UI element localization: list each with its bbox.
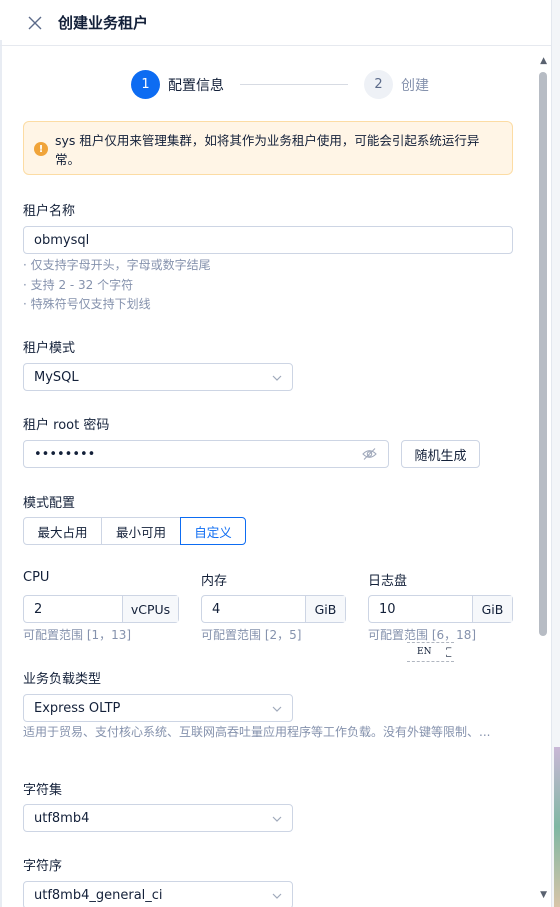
cpu-value: 2	[34, 601, 43, 617]
chevron-down-icon	[272, 813, 282, 823]
scrollbar-thumb[interactable]	[539, 72, 547, 636]
memory-unit: GiB	[305, 596, 345, 622]
log-disk-unit: GiB	[472, 596, 512, 622]
background-edge	[551, 0, 560, 907]
ime-indicator: EN ⌐ ⌙	[407, 642, 454, 662]
close-icon[interactable]	[26, 14, 44, 32]
background-decoration	[554, 747, 560, 907]
step-number: 1	[131, 70, 160, 99]
root-password-value: ••••••••	[34, 446, 96, 462]
background-edge	[0, 40, 2, 907]
mode-option-custom[interactable]: 自定义	[180, 517, 246, 545]
chevron-down-icon	[272, 703, 282, 713]
charset-value: utf8mb4	[34, 810, 90, 826]
tenant-name-label: 租户名称	[23, 204, 76, 219]
tenant-mode-value: MySQL	[34, 369, 79, 385]
log-disk-input[interactable]: 10 GiB	[368, 595, 513, 623]
tenant-mode-label: 租户模式	[23, 341, 76, 356]
drawer-title: 创建业务租户	[58, 14, 149, 32]
warning-alert: ! sys 租户仅用来管理集群，如将其作为业务租户使用，可能会引起系统运行异常。	[23, 121, 513, 175]
step-label: 配置信息	[168, 77, 224, 94]
workload-label: 业务负载类型	[23, 672, 102, 687]
collation-label: 字符序	[23, 859, 63, 874]
collation-select[interactable]: utf8mb4_general_ci	[23, 881, 293, 907]
warning-icon: !	[34, 142, 48, 156]
workload-value: Express OLTP	[34, 700, 121, 716]
log-disk-range: 可配置范围 [6，18]	[368, 628, 477, 642]
log-disk-label: 日志盘	[368, 574, 408, 589]
ime-text: EN	[417, 647, 432, 657]
charset-label: 字符集	[23, 783, 63, 798]
cpu-range: 可配置范围 [1，13]	[23, 628, 132, 642]
scroll-down-icon[interactable]: ▼	[540, 890, 547, 900]
mode-option-min[interactable]: 最小可用	[101, 517, 181, 545]
step-label: 创建	[401, 77, 429, 94]
eye-off-icon[interactable]	[362, 447, 377, 465]
chevron-down-icon	[272, 372, 282, 382]
workload-select[interactable]: Express OLTP	[23, 694, 293, 722]
memory-value: 4	[212, 601, 221, 617]
drawer-header: 创建业务租户	[0, 0, 551, 46]
tenant-name-value: obmysql	[34, 232, 90, 248]
step-config: 1 配置信息	[131, 70, 224, 99]
tenant-mode-select[interactable]: MySQL	[23, 363, 293, 391]
cpu-label: CPU	[23, 570, 50, 585]
scroll-up-icon[interactable]: ▲	[540, 56, 547, 66]
mode-config-label: 模式配置	[23, 496, 76, 511]
memory-input[interactable]: 4 GiB	[201, 595, 346, 623]
mode-config-segmented: 最大占用 最小可用 自定义	[23, 517, 246, 545]
tenant-name-hints: · 仅支持字母开头，字母或数字结尾 · 支持 2 - 32 个字符 · 特殊符号…	[23, 256, 211, 315]
log-disk-value: 10	[379, 601, 396, 617]
step-connector	[240, 84, 348, 85]
generate-password-button[interactable]: 随机生成	[401, 440, 480, 468]
hint-line: · 支持 2 - 32 个字符	[23, 277, 134, 292]
hint-line: · 仅支持字母开头，字母或数字结尾	[23, 258, 211, 272]
steps: 1 配置信息 2 创建	[131, 70, 429, 99]
cpu-unit: vCPUs	[122, 596, 178, 622]
ime-mark-icon: ⌐ ⌙	[445, 644, 453, 660]
charset-select[interactable]: utf8mb4	[23, 804, 293, 832]
step-number: 2	[364, 70, 393, 99]
memory-label: 内存	[201, 574, 228, 589]
cpu-input[interactable]: 2 vCPUs	[23, 595, 179, 623]
step-create: 2 创建	[364, 70, 429, 99]
memory-range: 可配置范围 [2，5]	[201, 628, 302, 642]
root-password-input[interactable]: ••••••••	[23, 440, 389, 468]
mode-option-max[interactable]: 最大占用	[23, 517, 102, 545]
workload-description: 适用于贸易、支付核心系统、互联网高吞吐量应用程序等工作负载。没有外键等限制、..…	[23, 725, 491, 739]
hint-line: · 特殊符号仅支持下划线	[23, 297, 151, 311]
tenant-name-input[interactable]: obmysql	[23, 226, 513, 254]
root-password-label: 租户 root 密码	[23, 418, 110, 433]
chevron-down-icon	[272, 890, 282, 900]
alert-text: sys 租户仅用来管理集群，如将其作为业务租户使用，可能会引起系统运行异常。	[55, 133, 480, 167]
collation-value: utf8mb4_general_ci	[34, 887, 163, 903]
